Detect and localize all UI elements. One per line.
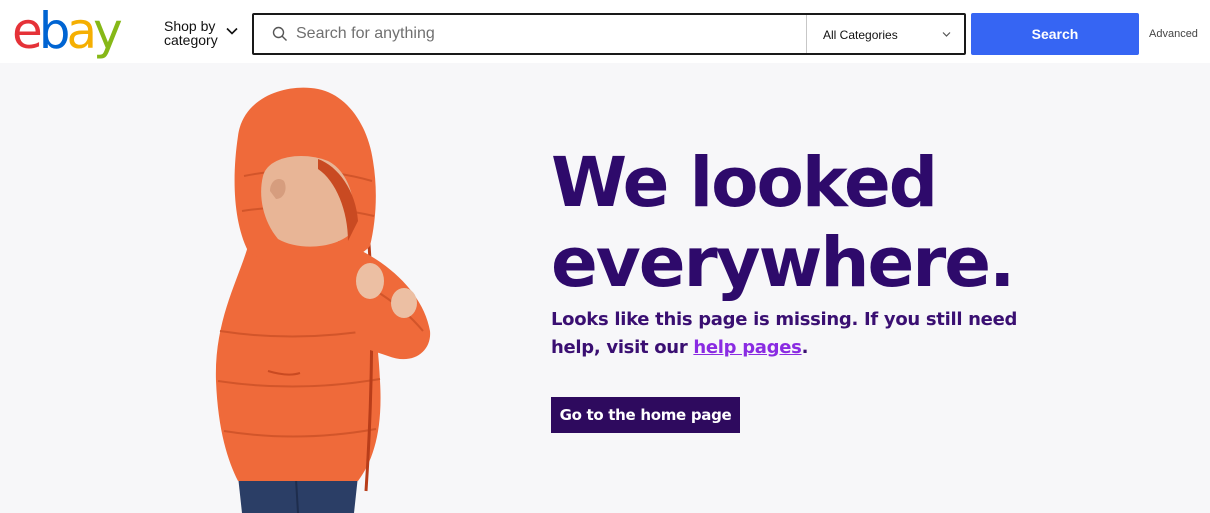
child-in-orange-jacket-image bbox=[215, 87, 431, 513]
category-select[interactable]: All Categories bbox=[806, 15, 964, 53]
logo-letter-e: e bbox=[12, 2, 43, 60]
search-button[interactable]: Search bbox=[971, 13, 1139, 55]
page-title: We looked everywhere. bbox=[551, 143, 1151, 303]
chevron-down-icon bbox=[942, 32, 951, 37]
headline-line-1: We looked bbox=[551, 143, 938, 223]
logo-letter-a: a bbox=[66, 2, 98, 60]
search-box: All Categories bbox=[252, 13, 966, 55]
chevron-down-icon bbox=[226, 27, 238, 35]
shop-by-label-line2: category bbox=[164, 32, 218, 48]
advanced-search-link[interactable]: Advanced bbox=[1149, 28, 1198, 40]
shop-by-category-button[interactable]: Shop by category bbox=[164, 18, 238, 48]
error-message: Looks like this page is missing. If you … bbox=[551, 306, 1071, 362]
header: ebay Shop by category All Categories Sea… bbox=[0, 0, 1210, 63]
ebay-logo[interactable]: ebay bbox=[12, 2, 123, 60]
go-home-button[interactable]: Go to the home page bbox=[551, 397, 740, 433]
search-input[interactable] bbox=[296, 20, 796, 48]
logo-letter-y: y bbox=[93, 2, 123, 60]
category-select-label: All Categories bbox=[823, 28, 898, 42]
error-hero: We looked everywhere. Looks like this pa… bbox=[0, 63, 1210, 513]
error-message-end: . bbox=[801, 337, 809, 358]
search-icon bbox=[272, 26, 287, 41]
help-pages-link[interactable]: help pages bbox=[693, 337, 801, 358]
logo-letter-b: b bbox=[38, 2, 71, 60]
headline-line-2: everywhere. bbox=[551, 223, 1015, 303]
shop-by-label-line1: Shop by bbox=[164, 18, 216, 34]
